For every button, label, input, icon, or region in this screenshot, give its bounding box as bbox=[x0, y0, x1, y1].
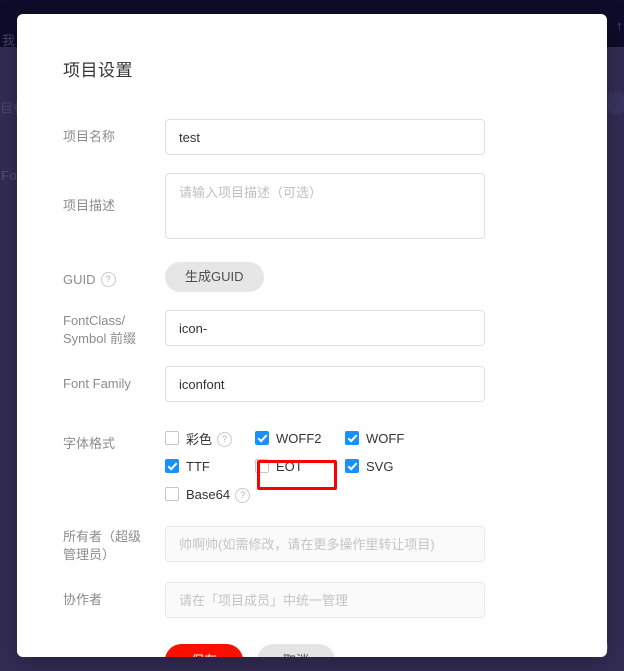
label-collaborators-text: 协作者 bbox=[63, 592, 103, 607]
project-name-input[interactable] bbox=[165, 119, 485, 155]
save-button[interactable]: 保存 bbox=[165, 644, 244, 657]
background-text-3: Fo bbox=[1, 168, 18, 183]
checkbox-box-checked-icon bbox=[345, 459, 359, 473]
label-fontclass-prefix-line1: FontClass/ bbox=[63, 313, 126, 328]
form-row-guid: GUID ? 生成GUID bbox=[63, 262, 561, 292]
form-row-project-name: 项目名称 bbox=[63, 119, 561, 155]
checkbox-ttf[interactable]: TTF bbox=[165, 459, 210, 474]
label-font-format-text: 字体格式 bbox=[63, 436, 116, 451]
checkbox-color-label: 彩色 bbox=[186, 431, 213, 447]
form-row-owner: 所有者（超级 管理员） bbox=[63, 526, 561, 564]
checkbox-svg-label: SVG bbox=[366, 458, 394, 474]
checkbox-box-checked-icon bbox=[165, 459, 179, 473]
cb-cell-ttf: TTF bbox=[165, 452, 255, 480]
checkbox-eot[interactable]: EOT bbox=[255, 459, 303, 474]
label-owner-line1: 所有者（超级 bbox=[63, 529, 142, 544]
checkbox-base64[interactable]: Base64 bbox=[165, 487, 230, 502]
question-circle-icon[interactable]: ? bbox=[235, 487, 251, 503]
checkbox-eot-label: EOT bbox=[276, 458, 303, 474]
dialog-body: 项目设置 项目名称 项目描述 GUID ? bbox=[17, 14, 607, 657]
cb-cell-woff2: WOFF2 bbox=[255, 424, 345, 452]
control-fontclass-prefix bbox=[165, 310, 561, 346]
form-row-font-family: Font Family bbox=[63, 366, 561, 402]
label-font-format: 字体格式 bbox=[63, 420, 165, 452]
dialog-title: 项目设置 bbox=[63, 61, 133, 80]
label-guid-text: GUID bbox=[63, 272, 96, 287]
label-font-family: Font Family bbox=[63, 366, 165, 392]
collaborators-input bbox=[165, 582, 485, 618]
generate-guid-button[interactable]: 生成GUID bbox=[165, 262, 264, 292]
form-row-project-description: 项目描述 bbox=[63, 173, 561, 244]
checkbox-ttf-label: TTF bbox=[186, 458, 210, 474]
checkbox-svg[interactable]: SVG bbox=[345, 459, 393, 474]
question-circle-icon[interactable]: ? bbox=[217, 431, 233, 447]
project-settings-dialog: 项目设置 项目名称 项目描述 GUID ? bbox=[17, 14, 607, 657]
label-owner-line2: 管理员） bbox=[63, 547, 116, 562]
cb-cell-woff: WOFF bbox=[345, 424, 435, 452]
control-owner bbox=[165, 526, 561, 562]
label-fontclass-prefix: FontClass/ Symbol 前缀 bbox=[63, 310, 165, 348]
owner-input bbox=[165, 526, 485, 562]
dialog-footer: 保存 取消 bbox=[63, 644, 561, 657]
checkbox-woff2-label: WOFF2 bbox=[276, 430, 322, 446]
form-row-font-format: 字体格式 彩色 ? WOFF2 WOFF TTF EOT SVG Base64 … bbox=[63, 420, 561, 508]
background-chip bbox=[608, 92, 624, 114]
checkbox-box-icon bbox=[165, 487, 179, 501]
label-project-description: 项目描述 bbox=[63, 173, 165, 214]
label-project-description-text: 项目描述 bbox=[63, 198, 116, 213]
checkbox-woff[interactable]: WOFF bbox=[345, 431, 404, 446]
cb-cell-eot: EOT bbox=[255, 452, 345, 480]
cb-cell-svg: SVG bbox=[345, 452, 435, 480]
checkbox-woff2[interactable]: WOFF2 bbox=[255, 431, 322, 446]
font-family-input[interactable] bbox=[165, 366, 485, 402]
form-row-collaborators: 协作者 bbox=[63, 582, 561, 618]
checkbox-woff-label: WOFF bbox=[366, 430, 405, 446]
question-circle-icon[interactable]: ? bbox=[100, 272, 116, 287]
cb-cell-base64: Base64 ? bbox=[165, 480, 265, 508]
control-project-name bbox=[165, 119, 561, 155]
watermark: CSDN @丘壑™ bbox=[494, 641, 610, 658]
label-fontclass-prefix-line2: Symbol 前缀 bbox=[63, 331, 136, 346]
control-guid: 生成GUID bbox=[165, 262, 561, 292]
font-format-checkbox-grid: 彩色 ? WOFF2 WOFF TTF EOT SVG Base64 ? bbox=[165, 420, 485, 508]
control-collaborators bbox=[165, 582, 561, 618]
checkbox-box-icon bbox=[255, 459, 269, 473]
cancel-button[interactable]: 取消 bbox=[257, 644, 336, 657]
fontclass-prefix-input[interactable] bbox=[165, 310, 485, 346]
background-text-1: 我 bbox=[2, 33, 16, 48]
checkbox-box-checked-icon bbox=[255, 431, 269, 445]
label-collaborators: 协作者 bbox=[63, 582, 165, 608]
checkbox-base64-label: Base64 bbox=[186, 486, 231, 502]
control-font-family bbox=[165, 366, 561, 402]
control-project-description bbox=[165, 173, 561, 244]
background-text-4: ↑ bbox=[616, 18, 623, 33]
cb-cell-color: 彩色 ? bbox=[165, 424, 255, 452]
label-project-name: 项目名称 bbox=[63, 119, 165, 145]
label-project-name-text: 项目名称 bbox=[63, 129, 116, 144]
checkbox-box-checked-icon bbox=[345, 431, 359, 445]
control-font-format: 彩色 ? WOFF2 WOFF TTF EOT SVG Base64 ? bbox=[165, 420, 561, 508]
label-owner: 所有者（超级 管理员） bbox=[63, 526, 165, 564]
checkbox-box-icon bbox=[165, 431, 179, 445]
project-description-textarea[interactable] bbox=[165, 173, 485, 239]
label-guid: GUID ? bbox=[63, 262, 165, 288]
label-font-family-text: Font Family bbox=[63, 376, 131, 391]
checkbox-color[interactable]: 彩色 bbox=[165, 429, 212, 448]
form-row-fontclass-prefix: FontClass/ Symbol 前缀 bbox=[63, 310, 561, 348]
